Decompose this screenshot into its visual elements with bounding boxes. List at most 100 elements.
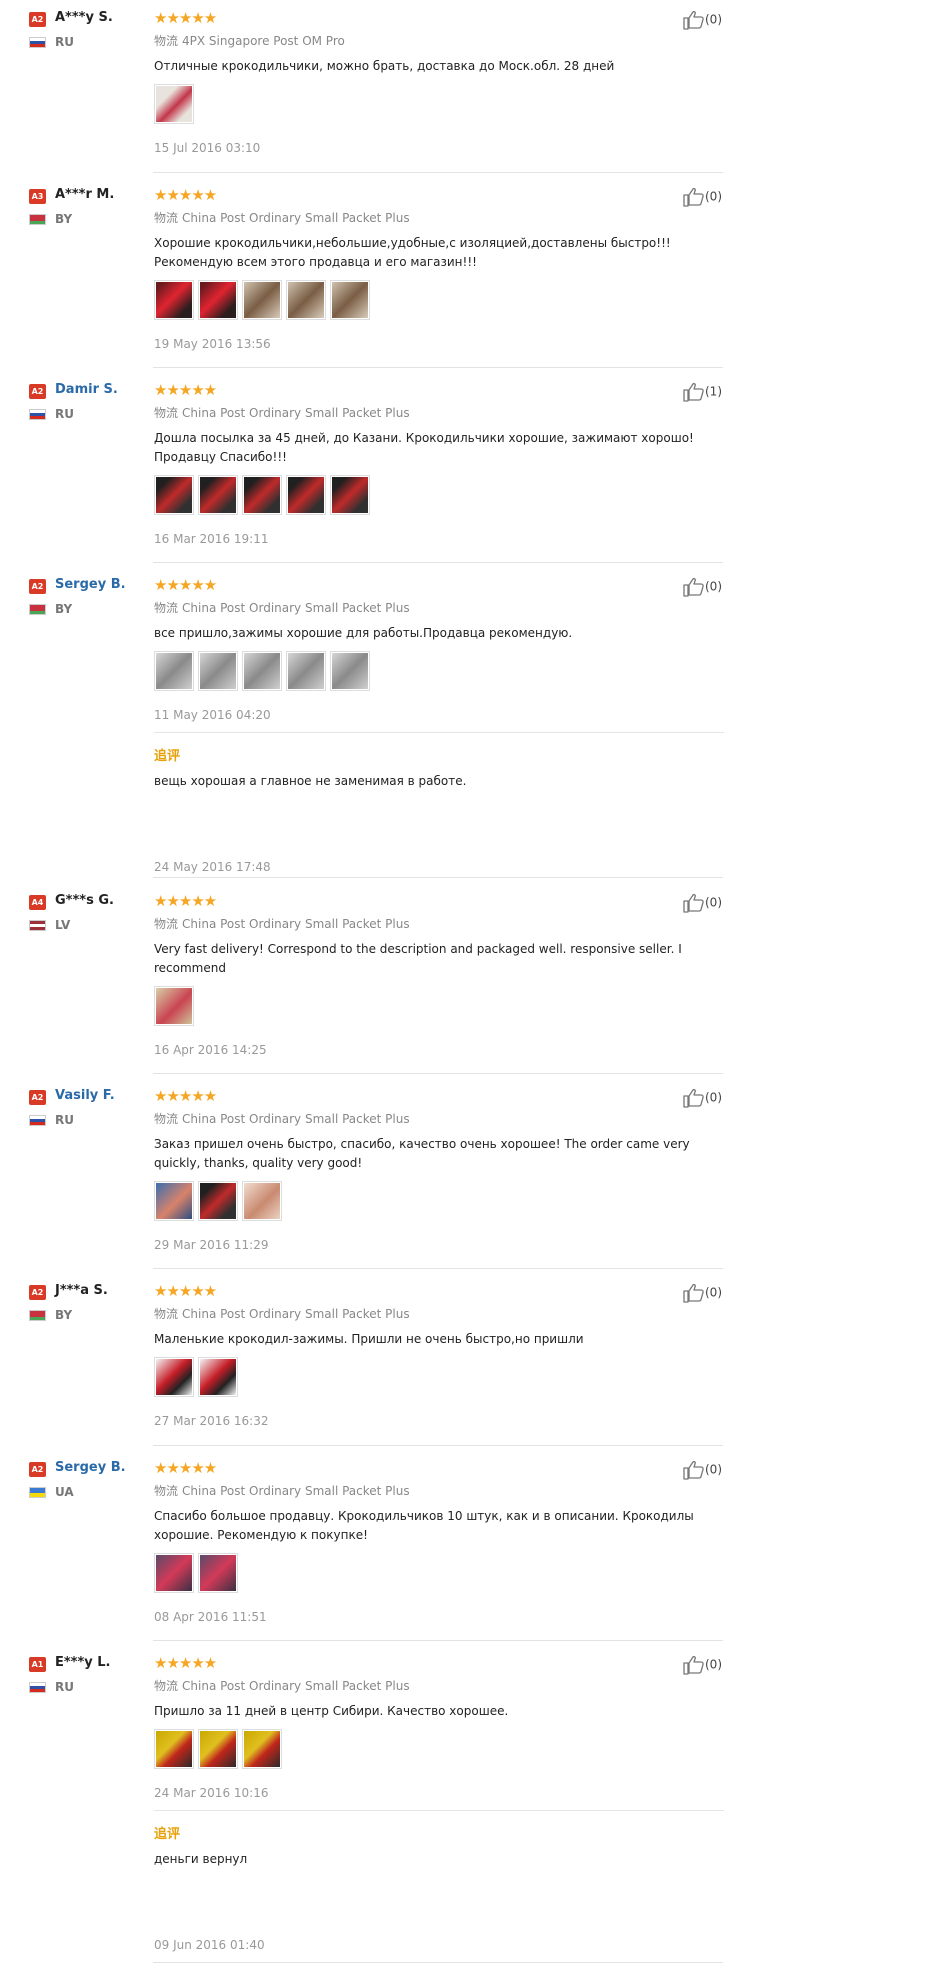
review-photo-thumbnail[interactable] — [198, 1729, 238, 1769]
country-flag-icon — [29, 604, 46, 615]
reviewer-name[interactable]: A***r M. — [55, 187, 114, 202]
review-photo-thumbnail[interactable] — [154, 475, 194, 515]
helpful-count: (0) — [705, 1657, 722, 1672]
star-rating: ★★★★★ — [154, 1282, 217, 1300]
helpful-count: (1) — [705, 384, 722, 399]
review-date: 24 Mar 2016 10:16 — [154, 1786, 269, 1800]
helpful-button[interactable]: (0) — [683, 577, 722, 597]
review-photo-thumbnail[interactable] — [154, 1729, 194, 1769]
helpful-button[interactable]: (0) — [683, 1460, 722, 1480]
review-date: 19 May 2016 13:56 — [154, 337, 271, 351]
review-photo-thumbnail[interactable] — [286, 651, 326, 691]
review-content: ★★★★★ 物流 China Post Ordinary Small Packet … — [154, 1460, 714, 1624]
reviewer-country: RU — [55, 1113, 74, 1127]
review-photo-thumbnail[interactable] — [242, 475, 282, 515]
reviewer-name[interactable]: E***y L. — [55, 1655, 111, 1670]
buyer-level-badge: A2 — [29, 1285, 46, 1300]
star-rating: ★★★★★ — [154, 1459, 217, 1477]
thumbs-up-icon — [683, 1283, 704, 1303]
country-flag-icon — [29, 1115, 46, 1126]
followup-label: 追评 — [154, 749, 181, 764]
thumbs-up-icon — [683, 382, 704, 402]
reviewer-name[interactable]: A***y S. — [55, 10, 113, 25]
shipping-method-name: China Post Ordinary Small Packet Plus — [182, 601, 410, 615]
review-photo-thumbnail[interactable] — [154, 1553, 194, 1593]
star-rating: ★★★★★ — [154, 186, 217, 204]
review-date: 16 Mar 2016 19:11 — [154, 532, 269, 546]
review-photo-thumbnail[interactable] — [286, 475, 326, 515]
reviewer-name[interactable]: Sergey B. — [55, 1460, 126, 1475]
review-photo-thumbnail[interactable] — [154, 1181, 194, 1221]
shipping-method-name: 4PX Singapore Post OM Pro — [182, 34, 345, 48]
buyer-level-badge: A2 — [29, 12, 46, 27]
review-photo-thumbnail[interactable] — [242, 651, 282, 691]
review-photos — [154, 1553, 714, 1597]
review-photo-thumbnail[interactable] — [242, 1181, 282, 1221]
review-photo-thumbnail[interactable] — [154, 1357, 194, 1397]
followup-label: 追评 — [154, 1827, 181, 1842]
review-photo-thumbnail[interactable] — [154, 651, 194, 691]
review-photos — [154, 1357, 714, 1401]
reviewer-name[interactable]: J***a S. — [55, 1283, 108, 1298]
shipping-label: 物流 — [154, 1112, 179, 1126]
shipping-label: 物流 — [154, 1484, 179, 1498]
reviewer-country: LV — [55, 918, 71, 932]
review-photo-thumbnail[interactable] — [242, 280, 282, 320]
country-flag-icon — [29, 1682, 46, 1693]
shipping-label: 物流 — [154, 211, 179, 225]
reviewer-name[interactable]: Vasily F. — [55, 1088, 115, 1103]
helpful-button[interactable]: (0) — [683, 1655, 722, 1675]
buyer-level-badge: A3 — [29, 189, 46, 204]
helpful-button[interactable]: (0) — [683, 187, 722, 207]
shipping-method-name: China Post Ordinary Small Packet Plus — [182, 1112, 410, 1126]
review-photo-thumbnail[interactable] — [154, 986, 194, 1026]
review-photo-thumbnail[interactable] — [198, 1553, 238, 1593]
shipping-label: 物流 — [154, 601, 179, 615]
helpful-button[interactable]: (1) — [683, 382, 722, 402]
review-photo-thumbnail[interactable] — [198, 651, 238, 691]
review-photos — [154, 1181, 714, 1225]
shipping-method: 物流 China Post Ordinary Small Packet Plus — [154, 915, 714, 932]
helpful-button[interactable]: (0) — [683, 10, 722, 30]
thumbs-up-icon — [683, 577, 704, 597]
review-photos — [154, 280, 714, 324]
review-divider — [153, 367, 723, 368]
review-text: Маленькие крокодил-зажимы. Пришли не оче… — [154, 1332, 584, 1346]
helpful-count: (0) — [705, 12, 722, 27]
review-photos — [154, 986, 714, 1030]
review-photo-thumbnail[interactable] — [330, 475, 370, 515]
review-photo-thumbnail[interactable] — [330, 651, 370, 691]
review-text: Хорошие крокодильчики,небольшие,удобные,… — [154, 236, 671, 269]
review-photo-thumbnail[interactable] — [154, 84, 194, 124]
reviewer-country: RU — [55, 1680, 74, 1694]
followup-divider — [154, 1810, 724, 1811]
reviewer-name[interactable]: Sergey B. — [55, 577, 126, 592]
review-photo-thumbnail[interactable] — [198, 1181, 238, 1221]
review-photo-thumbnail[interactable] — [330, 280, 370, 320]
review-photo-thumbnail[interactable] — [154, 280, 194, 320]
country-flag-icon — [29, 1310, 46, 1321]
helpful-button[interactable]: (0) — [683, 1088, 722, 1108]
reviewer-name[interactable]: G***s G. — [55, 893, 114, 908]
helpful-button[interactable]: (0) — [683, 1283, 722, 1303]
review-divider — [153, 1268, 723, 1269]
reviewer-name[interactable]: Damir S. — [55, 382, 118, 397]
review-content: ★★★★★ 物流 China Post Ordinary Small Packet … — [154, 382, 714, 546]
thumbs-up-icon — [683, 187, 704, 207]
reviewer-country: BY — [55, 1308, 73, 1322]
shipping-method: 物流 China Post Ordinary Small Packet Plus — [154, 404, 714, 421]
helpful-button[interactable]: (0) — [683, 893, 722, 913]
buyer-level-badge: A2 — [29, 384, 46, 399]
thumbs-up-icon — [683, 10, 704, 30]
star-rating: ★★★★★ — [154, 576, 217, 594]
review-photo-thumbnail[interactable] — [198, 1357, 238, 1397]
followup-date: 09 Jun 2016 01:40 — [154, 1938, 265, 1952]
review-photo-thumbnail[interactable] — [286, 280, 326, 320]
star-rating: ★★★★★ — [154, 1087, 217, 1105]
star-rating: ★★★★★ — [154, 1654, 217, 1672]
shipping-method: 物流 China Post Ordinary Small Packet Plus — [154, 209, 714, 226]
shipping-method-name: China Post Ordinary Small Packet Plus — [182, 1679, 410, 1693]
review-photo-thumbnail[interactable] — [198, 475, 238, 515]
review-photo-thumbnail[interactable] — [198, 280, 238, 320]
review-photo-thumbnail[interactable] — [242, 1729, 282, 1769]
